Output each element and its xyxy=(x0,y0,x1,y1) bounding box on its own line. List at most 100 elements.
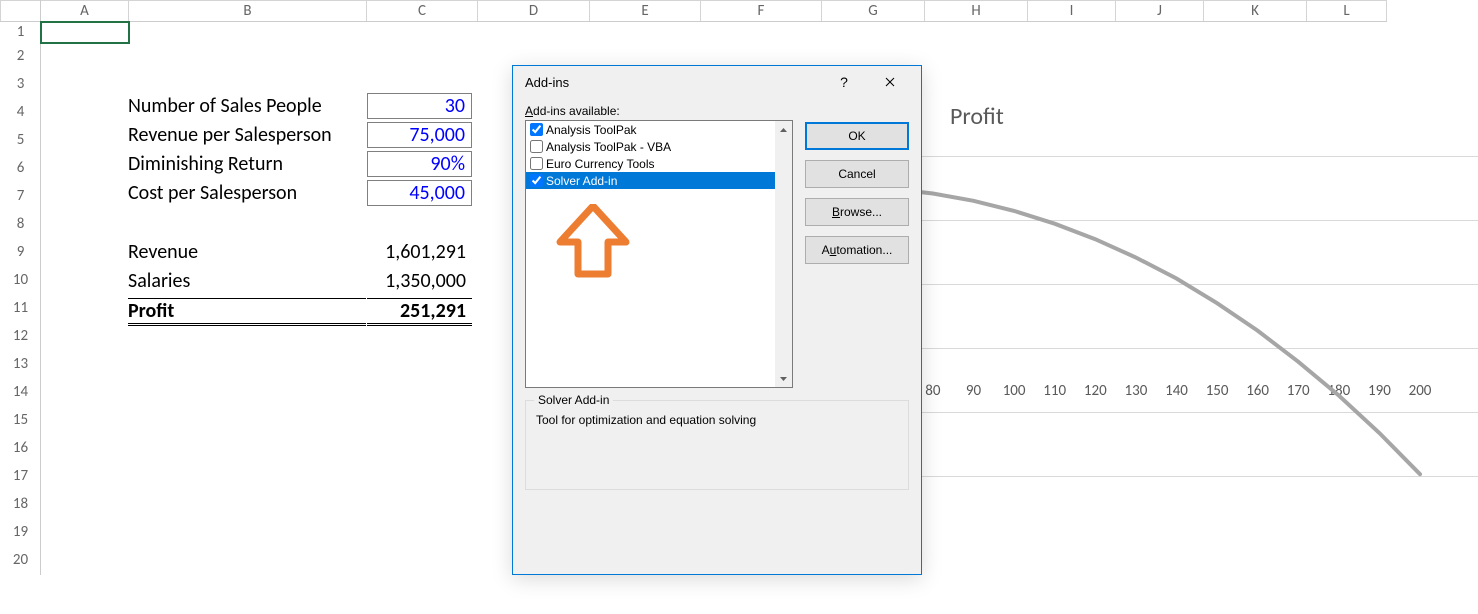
addin-item[interactable]: Analysis ToolPak - VBA xyxy=(526,138,792,155)
cell-H2[interactable] xyxy=(925,43,1028,71)
cell-B17[interactable] xyxy=(129,463,367,491)
addin-checkbox[interactable] xyxy=(530,123,543,136)
col-header-K[interactable]: K xyxy=(1204,1,1307,22)
cell-F1[interactable] xyxy=(701,22,822,43)
cell-C4[interactable]: 75,000 xyxy=(367,122,472,148)
help-button[interactable]: ? xyxy=(821,66,867,98)
row-header-10[interactable]: 10 xyxy=(1,267,41,295)
cell-B9[interactable]: Salaries xyxy=(128,269,190,293)
col-header-D[interactable]: D xyxy=(478,1,590,22)
cell-A18[interactable] xyxy=(41,491,129,519)
col-header-L[interactable]: L xyxy=(1307,1,1387,22)
col-header-G[interactable]: G xyxy=(822,1,925,22)
col-header-J[interactable]: J xyxy=(1116,1,1204,22)
cell-A5[interactable] xyxy=(41,127,129,155)
cell-C20[interactable] xyxy=(367,547,478,575)
cell-C16[interactable] xyxy=(367,435,478,463)
cell-C5[interactable]: 90% xyxy=(367,151,472,177)
addins-listbox[interactable]: Analysis ToolPakAnalysis ToolPak - VBAEu… xyxy=(525,120,793,388)
cell-B14[interactable] xyxy=(129,379,367,407)
row-header-6[interactable]: 6 xyxy=(1,155,41,183)
cell-C8[interactable] xyxy=(367,211,478,239)
addin-checkbox[interactable] xyxy=(530,157,543,170)
cell-J19[interactable] xyxy=(1116,519,1204,547)
cell-B19[interactable] xyxy=(129,519,367,547)
cell-A8[interactable] xyxy=(41,211,129,239)
addin-item[interactable]: Analysis ToolPak xyxy=(526,121,792,138)
cell-C14[interactable] xyxy=(367,379,478,407)
cell-A17[interactable] xyxy=(41,463,129,491)
addin-item[interactable]: Solver Add-in xyxy=(526,172,792,189)
cell-A11[interactable] xyxy=(41,295,129,323)
cell-L2[interactable] xyxy=(1307,43,1387,71)
cell-C3[interactable]: 30 xyxy=(367,93,472,119)
row-header-19[interactable]: 19 xyxy=(1,519,41,547)
listbox-scrollbar[interactable] xyxy=(775,121,792,387)
cell-B4[interactable]: Revenue per Salesperson xyxy=(128,123,332,147)
close-button[interactable] xyxy=(867,66,913,98)
cell-D1[interactable] xyxy=(478,22,590,43)
col-header-I[interactable]: I xyxy=(1028,1,1116,22)
cancel-button[interactable]: Cancel xyxy=(805,160,909,188)
row-header-9[interactable]: 9 xyxy=(1,239,41,267)
cell-A16[interactable] xyxy=(41,435,129,463)
automation-button[interactable]: Automation... xyxy=(805,236,909,264)
cell-A20[interactable] xyxy=(41,547,129,575)
col-header-F[interactable]: F xyxy=(701,1,822,22)
cell-H19[interactable] xyxy=(925,519,1028,547)
row-header-15[interactable]: 15 xyxy=(1,407,41,435)
col-header-A[interactable]: A xyxy=(41,1,129,22)
cell-C18[interactable] xyxy=(367,491,478,519)
cell-K1[interactable] xyxy=(1204,22,1307,43)
row-header-14[interactable]: 14 xyxy=(1,379,41,407)
cell-C6[interactable]: 45,000 xyxy=(367,180,472,206)
cell-A15[interactable] xyxy=(41,407,129,435)
cell-B16[interactable] xyxy=(129,435,367,463)
cell-A3[interactable] xyxy=(41,71,129,99)
cell-C17[interactable] xyxy=(367,463,478,491)
cell-G1[interactable] xyxy=(822,22,925,43)
cell-A4[interactable] xyxy=(41,99,129,127)
cell-I1[interactable] xyxy=(1028,22,1116,43)
cell-J1[interactable] xyxy=(1116,22,1204,43)
cell-A10[interactable] xyxy=(41,267,129,295)
cell-J20[interactable] xyxy=(1116,547,1204,575)
row-header-18[interactable]: 18 xyxy=(1,491,41,519)
cell-A19[interactable] xyxy=(41,519,129,547)
cell-K2[interactable] xyxy=(1204,43,1307,71)
cell-A2[interactable] xyxy=(41,43,129,71)
cell-B12[interactable] xyxy=(129,323,367,351)
col-header-B[interactable]: B xyxy=(129,1,367,22)
cell-E1[interactable] xyxy=(590,22,701,43)
cell-B15[interactable] xyxy=(129,407,367,435)
cell-C1[interactable] xyxy=(367,22,478,43)
cell-B18[interactable] xyxy=(129,491,367,519)
cell-J2[interactable] xyxy=(1116,43,1204,71)
row-header-12[interactable]: 12 xyxy=(1,323,41,351)
cell-A6[interactable] xyxy=(41,155,129,183)
col-header-H[interactable]: H xyxy=(925,1,1028,22)
row-header-1[interactable]: 1 xyxy=(1,22,41,43)
addin-checkbox[interactable] xyxy=(530,140,543,153)
cell-K19[interactable] xyxy=(1204,519,1307,547)
cell-B5[interactable]: Diminishing Return xyxy=(128,152,283,176)
row-header-7[interactable]: 7 xyxy=(1,183,41,211)
cell-C13[interactable] xyxy=(367,351,478,379)
cell-A12[interactable] xyxy=(41,323,129,351)
row-header-11[interactable]: 11 xyxy=(1,295,41,323)
cell-A9[interactable] xyxy=(41,239,129,267)
col-header-E[interactable]: E xyxy=(590,1,701,22)
scroll-up-arrow-icon[interactable] xyxy=(775,121,792,138)
cell-A13[interactable] xyxy=(41,351,129,379)
cell-B3[interactable]: Number of Sales People xyxy=(128,94,322,118)
addin-item[interactable]: Euro Currency Tools xyxy=(526,155,792,172)
col-header-C[interactable]: C xyxy=(367,1,478,22)
row-header-2[interactable]: 2 xyxy=(1,43,41,71)
row-header-20[interactable]: 20 xyxy=(1,547,41,575)
cell-C10[interactable]: 251,291 xyxy=(367,298,472,326)
cell-B13[interactable] xyxy=(129,351,367,379)
cell-L20[interactable] xyxy=(1307,547,1387,575)
row-header-13[interactable]: 13 xyxy=(1,351,41,379)
cell-K20[interactable] xyxy=(1204,547,1307,575)
cell-C2[interactable] xyxy=(367,43,478,71)
